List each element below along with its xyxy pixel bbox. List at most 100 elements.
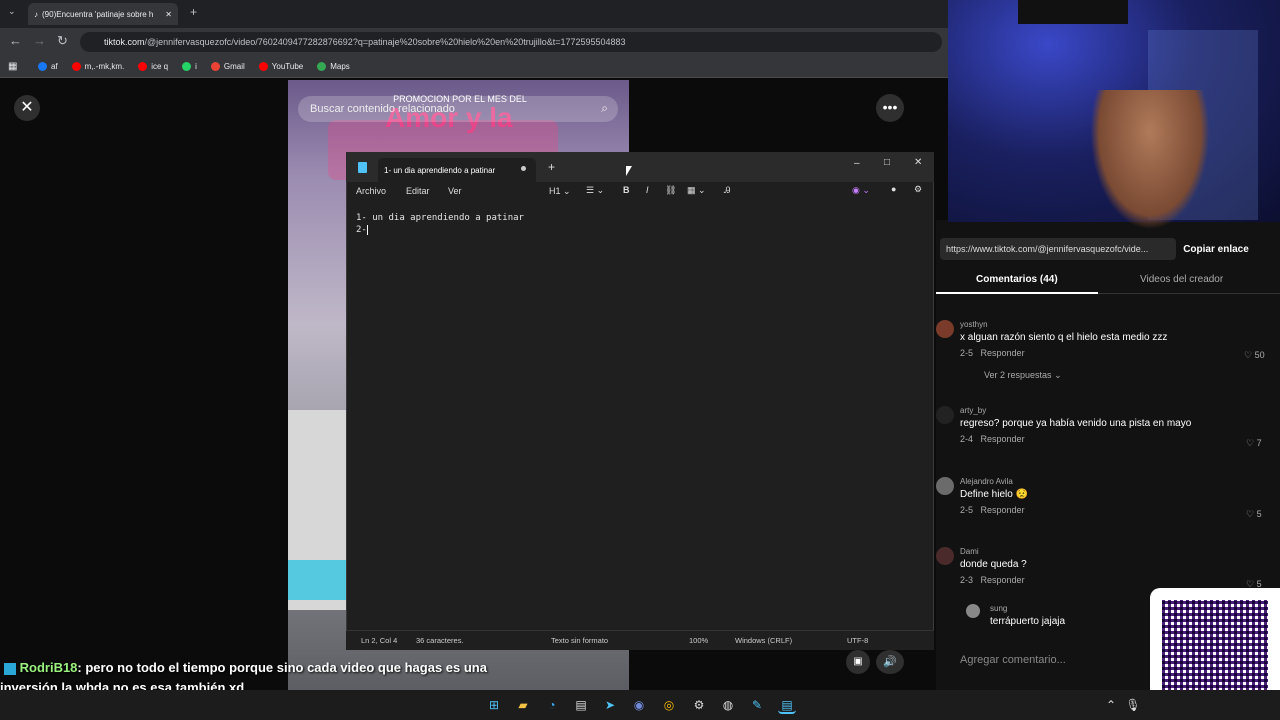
menu-ver[interactable]: Ver	[448, 186, 462, 196]
notepad-icon	[358, 162, 367, 173]
search-placeholder: Buscar contenido relacionado	[310, 103, 455, 115]
tab-comments[interactable]: Comentarios (44)	[976, 274, 1058, 285]
copy-link-button[interactable]: Copiar enlace	[1178, 238, 1254, 260]
bold-icon[interactable]: B	[623, 185, 630, 195]
comment-date: 2-5	[960, 348, 974, 358]
tab-list-icon[interactable]: ⌄	[8, 6, 16, 17]
comment-user[interactable]: arty_by	[960, 406, 1276, 415]
add-comment-input[interactable]: Agregar comentario...	[936, 646, 1156, 674]
more-options-button[interactable]: •••	[876, 94, 904, 122]
video-sign	[288, 560, 346, 600]
notepad-statusbar: Ln 2, Col 4 36 caracteres. Texto sin for…	[346, 630, 934, 650]
close-tab-icon[interactable]: ✕	[165, 10, 172, 19]
heading-dropdown[interactable]: H1 ⌄	[549, 186, 571, 197]
zoom-level[interactable]: 100%	[689, 636, 708, 645]
pip-icon[interactable]: ▣	[846, 650, 870, 674]
reload-icon[interactable]: ↻	[57, 33, 68, 49]
back-icon[interactable]: ←	[9, 33, 22, 48]
link-icon[interactable]: ⛓	[665, 185, 676, 196]
file-explorer-icon[interactable]: ▰	[514, 696, 532, 714]
store-icon[interactable]: ▤	[572, 696, 590, 714]
comment-user[interactable]: yosthyn	[960, 320, 1276, 329]
youtube-icon	[258, 62, 268, 71]
bookmark-mkkm[interactable]: m,.-mk,km.	[71, 62, 124, 71]
reply-button[interactable]: Responder	[981, 575, 1025, 585]
unsaved-dot-icon[interactable]	[521, 166, 526, 171]
bookmark-ice-q[interactable]: ice q	[138, 62, 168, 71]
comment-user[interactable]: sung	[990, 604, 1146, 613]
close-video-button[interactable]: ✕	[14, 95, 40, 121]
format-mode[interactable]: Texto sin formato	[551, 636, 608, 645]
bookmark-maps[interactable]: Maps	[317, 62, 350, 71]
volume-icon[interactable]: 🔊	[876, 650, 904, 674]
notepad-editor[interactable]: 1- un dia aprendiendo a patinar 2-	[356, 212, 524, 236]
comment-user[interactable]: Alejandro Avila	[960, 477, 1276, 486]
game-icon[interactable]: ◍	[719, 696, 737, 714]
like-count[interactable]: ♡ 5	[1246, 509, 1262, 520]
avatar[interactable]	[936, 320, 954, 338]
comment-text: x alguan razón siento q el hielo esta me…	[960, 332, 1168, 343]
start-icon[interactable]: ⊞	[485, 696, 503, 714]
gear-icon[interactable]: ⚙	[914, 184, 922, 195]
reply-button[interactable]: Responder	[981, 348, 1025, 358]
tray-chevron-icon[interactable]: ⌃	[1102, 696, 1120, 714]
search-icon[interactable]: ⌕	[601, 101, 608, 116]
snip-icon[interactable]: ✎	[748, 696, 766, 714]
avatar[interactable]	[966, 604, 980, 618]
tab-creator-videos[interactable]: Videos del creador	[1140, 274, 1223, 285]
bookmark-youtube[interactable]: YouTube	[258, 62, 303, 71]
address-bar[interactable]: tiktok.com/@jennifervasquezofc/video/760…	[80, 32, 942, 52]
avatar[interactable]	[936, 477, 954, 495]
reply-button[interactable]: Responder	[981, 434, 1025, 444]
heart-icon: ♡	[1244, 350, 1253, 360]
avatar[interactable]	[936, 547, 954, 565]
apps-icon[interactable]: ▦	[8, 61, 17, 72]
edge-icon[interactable]: ◔	[543, 696, 561, 714]
url-domain: tiktok.com	[104, 37, 145, 47]
menu-editar[interactable]: Editar	[406, 186, 430, 196]
table-icon[interactable]: ▦ ⌄	[687, 185, 706, 196]
comment-user[interactable]: Dami	[960, 547, 1276, 556]
bookmark-af[interactable]: af	[38, 62, 58, 71]
new-tab-icon[interactable]: +	[548, 160, 555, 174]
minimize-icon[interactable]: –	[854, 158, 860, 169]
streamer-figure	[1090, 90, 1210, 230]
notepad-menubar: Archivo Editar Ver H1 ⌄ ☰ ⌄ B I ⛓ ▦ ⌄ Ꭿ …	[346, 182, 934, 202]
like-count[interactable]: ♡ 7	[1246, 438, 1262, 449]
comment-text: Define hielo 😟	[960, 489, 1029, 500]
browser-tab[interactable]: ♪ (90)Encuentra 'patinaje sobre h ✕	[28, 3, 178, 25]
maximize-icon[interactable]: □	[884, 157, 890, 168]
settings-icon[interactable]: ⚙	[690, 696, 708, 714]
telegram-icon[interactable]: ➤	[601, 696, 619, 714]
close-window-icon[interactable]: ✕	[914, 157, 922, 168]
new-tab-icon[interactable]: +	[190, 5, 197, 19]
chrome-icon[interactable]: ◎	[660, 696, 678, 714]
facebook-icon	[38, 62, 47, 71]
microphone-icon[interactable]: 🎙	[1124, 696, 1142, 714]
line-ending[interactable]: Windows (CRLF)	[735, 636, 792, 645]
view-replies-button[interactable]: Ver 2 respuestas	[984, 370, 1052, 380]
italic-icon[interactable]: I	[646, 185, 649, 195]
webcam-monitor	[1018, 0, 1128, 24]
bookmark-i[interactable]: i	[182, 62, 197, 71]
bookmark-gmail[interactable]: Gmail	[210, 62, 245, 71]
notepad-taskbar-icon[interactable]: ▤	[778, 696, 796, 714]
copilot-icon[interactable]: ◉ ⌄	[852, 185, 870, 196]
chat-badge-icon	[4, 662, 16, 675]
reply-button[interactable]: Responder	[981, 505, 1025, 515]
tab-indicator	[936, 292, 1098, 294]
clear-format-icon[interactable]: Ꭿ	[724, 185, 731, 196]
tiktok-icon: ♪	[34, 9, 38, 19]
forward-icon[interactable]: →	[33, 33, 46, 48]
account-icon[interactable]: ●	[891, 184, 896, 194]
share-link-field[interactable]: https://www.tiktok.com/@jennifervasquezo…	[940, 238, 1176, 260]
notepad-tab[interactable]: 1- un dia aprendiendo a patinar	[378, 158, 536, 182]
avatar[interactable]	[936, 406, 954, 424]
like-count[interactable]: ♡ 50	[1244, 350, 1265, 361]
search-input[interactable]: Buscar contenido relacionado ⌕	[298, 96, 618, 122]
bookmarks-bar: ▦ af m,.-mk,km. ice q i Gmail YouTube Ma…	[0, 56, 948, 78]
discord-icon[interactable]: ◉	[630, 696, 648, 714]
encoding[interactable]: UTF-8	[847, 636, 868, 645]
list-icon[interactable]: ☰ ⌄	[586, 185, 604, 196]
menu-archivo[interactable]: Archivo	[356, 186, 386, 196]
